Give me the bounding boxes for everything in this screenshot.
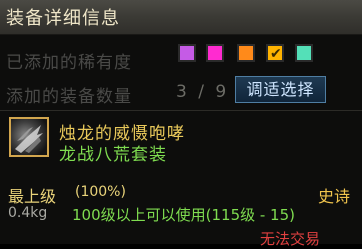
adjust-selection-button[interactable]: 调适选择 — [235, 76, 326, 103]
window-title: 装备详细信息 — [6, 8, 120, 29]
equipment-detail-panel: 装备详细信息 已添加的稀有度 ✔ 添加的装备数量 3 / 9 调适选择 烛龙的威… — [0, 0, 362, 248]
trade-status: 无法交易 — [260, 230, 321, 248]
rarity-swatch-pink[interactable] — [206, 44, 224, 62]
item-grade: 最上级 — [8, 187, 57, 206]
rarity-swatch-orange[interactable] — [237, 44, 255, 62]
divider — [0, 110, 362, 111]
rarity-swatch-purple[interactable] — [178, 44, 196, 62]
checkmark-icon: ✔ — [270, 46, 282, 62]
item-icon[interactable] — [9, 117, 49, 157]
claw-icon — [15, 125, 43, 153]
item-set-name: 龙战八荒套装 — [59, 145, 167, 165]
title-bar[interactable]: 装备详细信息 — [0, 0, 362, 35]
level-requirement: 100级以上可以使用(115级 - 15) — [72, 206, 296, 224]
item-grade-percent: (100%) — [75, 184, 126, 200]
item-weight: 0.4kg — [8, 205, 48, 221]
rarity-swatch-teal[interactable] — [295, 44, 313, 62]
equipment-count: 3 / 9 — [176, 82, 230, 102]
rarity-swatch-gold[interactable]: ✔ — [266, 44, 284, 62]
item-rarity: 史诗 — [318, 187, 351, 206]
count-label: 添加的装备数量 — [6, 87, 132, 107]
rarity-label: 已添加的稀有度 — [6, 53, 132, 73]
